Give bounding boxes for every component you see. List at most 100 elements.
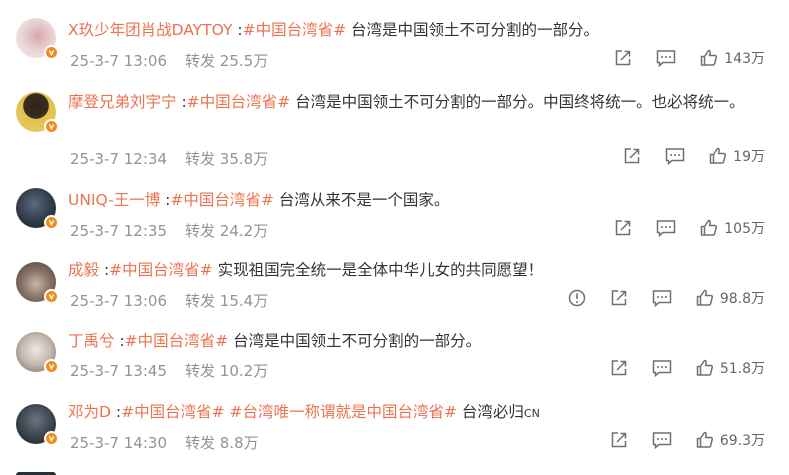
like-count: 51.8万 [719, 361, 765, 377]
hashtag-link[interactable]: #中国台湾省# [187, 93, 290, 111]
share-icon [616, 50, 631, 66]
share-button[interactable] [613, 48, 633, 68]
repost-label: 转发 [185, 222, 216, 240]
username-link[interactable]: 成毅 [68, 261, 99, 279]
repost-label: 转发 [185, 292, 216, 310]
comment-feed: X玖少年团肖战DAYTOY :#中国台湾省# 台湾是中国领土不可分割的一部分。 … [0, 0, 789, 475]
hashtag-link[interactable]: #中国台湾省# [125, 332, 228, 350]
repost-count: 10.2万 [219, 362, 269, 380]
like-count: 98.8万 [719, 291, 765, 307]
comment-button[interactable] [664, 146, 686, 166]
share-button[interactable] [609, 430, 629, 450]
username-link[interactable]: 摩登兄弟刘宇宁 [68, 93, 177, 111]
comment-text: 台湾必归 [456, 403, 524, 421]
like-icon [696, 289, 713, 306]
timestamp: 25-3-7 13:45 [70, 362, 167, 380]
comment-icon [657, 220, 676, 238]
colon: : [110, 403, 122, 421]
comment-icon [665, 148, 685, 166]
verified-badge-icon [44, 289, 59, 304]
report-icon [568, 289, 586, 307]
list-item: UNIQ-王一博 :#中国台湾省# 台湾从来不是一个国家。 25-3-7 12:… [0, 180, 789, 252]
like-count: 19万 [733, 149, 765, 165]
share-icon [611, 290, 627, 306]
verified-badge-icon [44, 359, 59, 374]
comment-text: 台湾是中国领土不可分割的一部分。 [228, 332, 482, 350]
timestamp: 25-3-7 12:34 [70, 150, 167, 168]
share-button[interactable] [613, 218, 633, 238]
like-icon [696, 359, 713, 376]
timestamp: 25-3-7 13:06 [70, 52, 167, 70]
list-item: X玖少年团肖战DAYTOY :#中国台湾省# 台湾是中国领土不可分割的一部分。 … [0, 0, 789, 80]
timestamp: 25-3-7 14:30 [70, 434, 167, 452]
like-button[interactable]: 19万 [708, 146, 765, 166]
hashtag-link[interactable]: #中国台湾省# [243, 21, 346, 39]
username-link[interactable]: 丁禹兮 [68, 332, 115, 350]
verified-badge-icon [44, 215, 59, 230]
share-icon [611, 360, 627, 376]
share-button[interactable] [609, 358, 629, 378]
comment-text: 台湾是中国领土不可分割的一部分。中国终将统一。也必将统一。 [290, 93, 745, 111]
colon: : [176, 93, 187, 111]
like-button[interactable]: 143万 [699, 48, 765, 68]
list-item: 摩登兄弟刘宇宁 :#中国台湾省# 台湾是中国领土不可分割的一部分。中国终将统一。… [0, 80, 789, 180]
comment-button[interactable] [655, 218, 677, 238]
repost-label: 转发 [185, 434, 216, 452]
repost-count: 25.5万 [219, 52, 269, 70]
comment-button[interactable] [655, 48, 677, 68]
like-count: 143万 [724, 51, 765, 67]
hashtag-link[interactable]: #台湾唯一称谓就是中国台湾省# [225, 403, 457, 421]
comment-icon [652, 360, 672, 378]
like-button[interactable]: 69.3万 [695, 430, 765, 450]
comment-icon [652, 432, 672, 450]
comment-text: 台湾从来不是一个国家。 [273, 191, 450, 209]
list-item: 丁禹兮 :#中国台湾省# 台湾是中国领土不可分割的一部分。 25-3-7 13:… [0, 322, 789, 394]
username-link[interactable]: X玖少年团肖战DAYTOY [68, 21, 232, 39]
comment-icon [657, 50, 676, 68]
comment-button[interactable] [651, 430, 673, 450]
username-link[interactable]: 邓为D [68, 403, 111, 421]
comment-button[interactable] [651, 358, 673, 378]
repost-label: 转发 [185, 362, 216, 380]
like-button[interactable]: 51.8万 [695, 358, 765, 378]
avatar[interactable] [16, 92, 59, 134]
comment-icon [652, 290, 672, 308]
colon: : [160, 191, 171, 209]
comment-text: 实现祖国完全统一是全体中华儿女的共同愿望！ [212, 261, 544, 279]
like-count: 105万 [724, 221, 765, 237]
list-item: 成毅 :#中国台湾省# 实现祖国完全统一是全体中华儿女的共同愿望！ 25-3-7… [0, 252, 789, 322]
verified-badge-icon [44, 431, 59, 446]
repost-count: 15.4万 [219, 292, 269, 310]
like-button[interactable]: 105万 [699, 218, 765, 238]
avatar[interactable] [16, 332, 59, 374]
timestamp: 25-3-7 12:35 [70, 222, 167, 240]
share-icon [611, 432, 627, 448]
hashtag-link[interactable]: #中国台湾省# [170, 191, 273, 209]
comment-text-small: CN [523, 407, 540, 420]
like-button[interactable]: 98.8万 [695, 288, 765, 308]
comment-button[interactable] [651, 288, 673, 308]
share-button[interactable] [609, 288, 629, 308]
report-button[interactable] [567, 288, 587, 308]
repost-label: 转发 [185, 150, 216, 168]
avatar[interactable] [16, 188, 59, 230]
comment-text: 台湾是中国领土不可分割的一部分。 [346, 21, 600, 39]
repost-label: 转发 [185, 52, 216, 70]
share-icon [624, 148, 640, 164]
verified-badge-icon [44, 119, 59, 134]
share-button[interactable] [622, 146, 642, 166]
username-link[interactable]: UNIQ-王一博 [68, 191, 160, 209]
like-icon [701, 219, 718, 236]
colon: : [99, 261, 110, 279]
hashtag-link[interactable]: #中国台湾省# [121, 403, 224, 421]
share-icon [616, 220, 631, 236]
avatar[interactable] [16, 18, 59, 60]
repost-count: 8.8万 [219, 434, 259, 452]
timestamp: 25-3-7 13:06 [70, 292, 167, 310]
repost-count: 24.2万 [219, 222, 269, 240]
verified-badge-icon [44, 45, 59, 60]
hashtag-link[interactable]: #中国台湾省# [109, 261, 212, 279]
avatar[interactable] [16, 262, 59, 304]
repost-count: 35.8万 [219, 150, 269, 168]
avatar[interactable] [16, 404, 59, 446]
